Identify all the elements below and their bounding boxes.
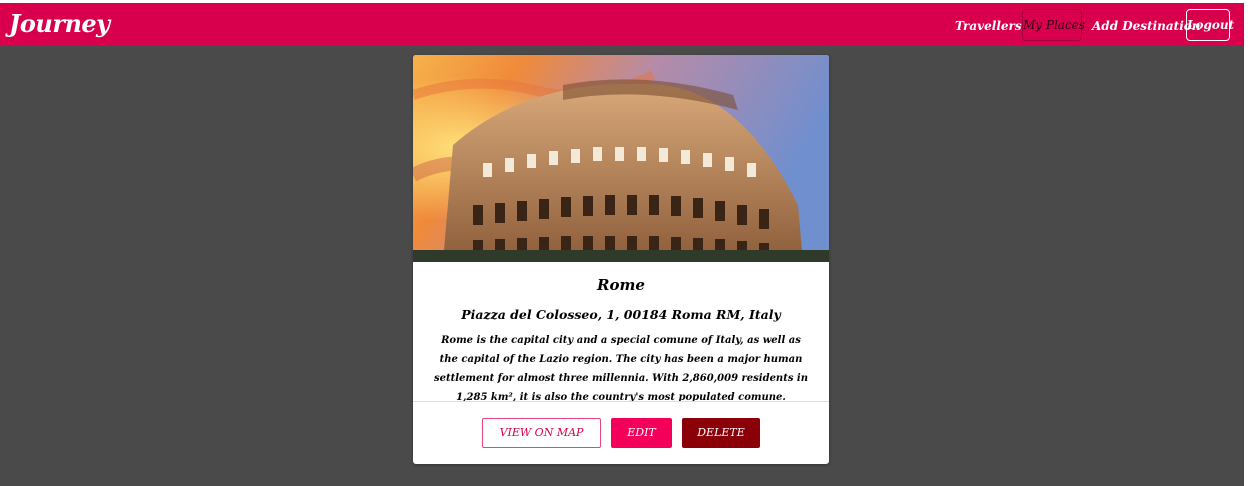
nav-logout[interactable]: Logout [1186,9,1234,41]
right-gap [1244,0,1251,486]
brand-logo[interactable]: Journey [9,9,110,38]
delete-button[interactable]: DELETE [682,418,760,448]
place-description: Rome is the capital city and a special c… [433,335,809,403]
view-on-map-button[interactable]: VIEW ON MAP [482,418,601,448]
place-image [413,55,829,262]
nav-my-places[interactable]: My Places [1022,9,1085,41]
nav-add-destination[interactable]: Add Destination [1092,12,1201,40]
edit-button[interactable]: EDIT [611,418,672,448]
navbar: Journey Travellers My Places Add Destina… [0,3,1244,45]
place-address: Piazza del Colosseo, 1, 00184 Roma RM, I… [461,307,781,322]
card-divider [413,401,829,402]
place-card: Rome Piazza del Colosseo, 1, 00184 Roma … [413,55,829,464]
nav-travellers[interactable]: Travellers [955,12,1022,40]
place-title: Rome [597,276,645,294]
